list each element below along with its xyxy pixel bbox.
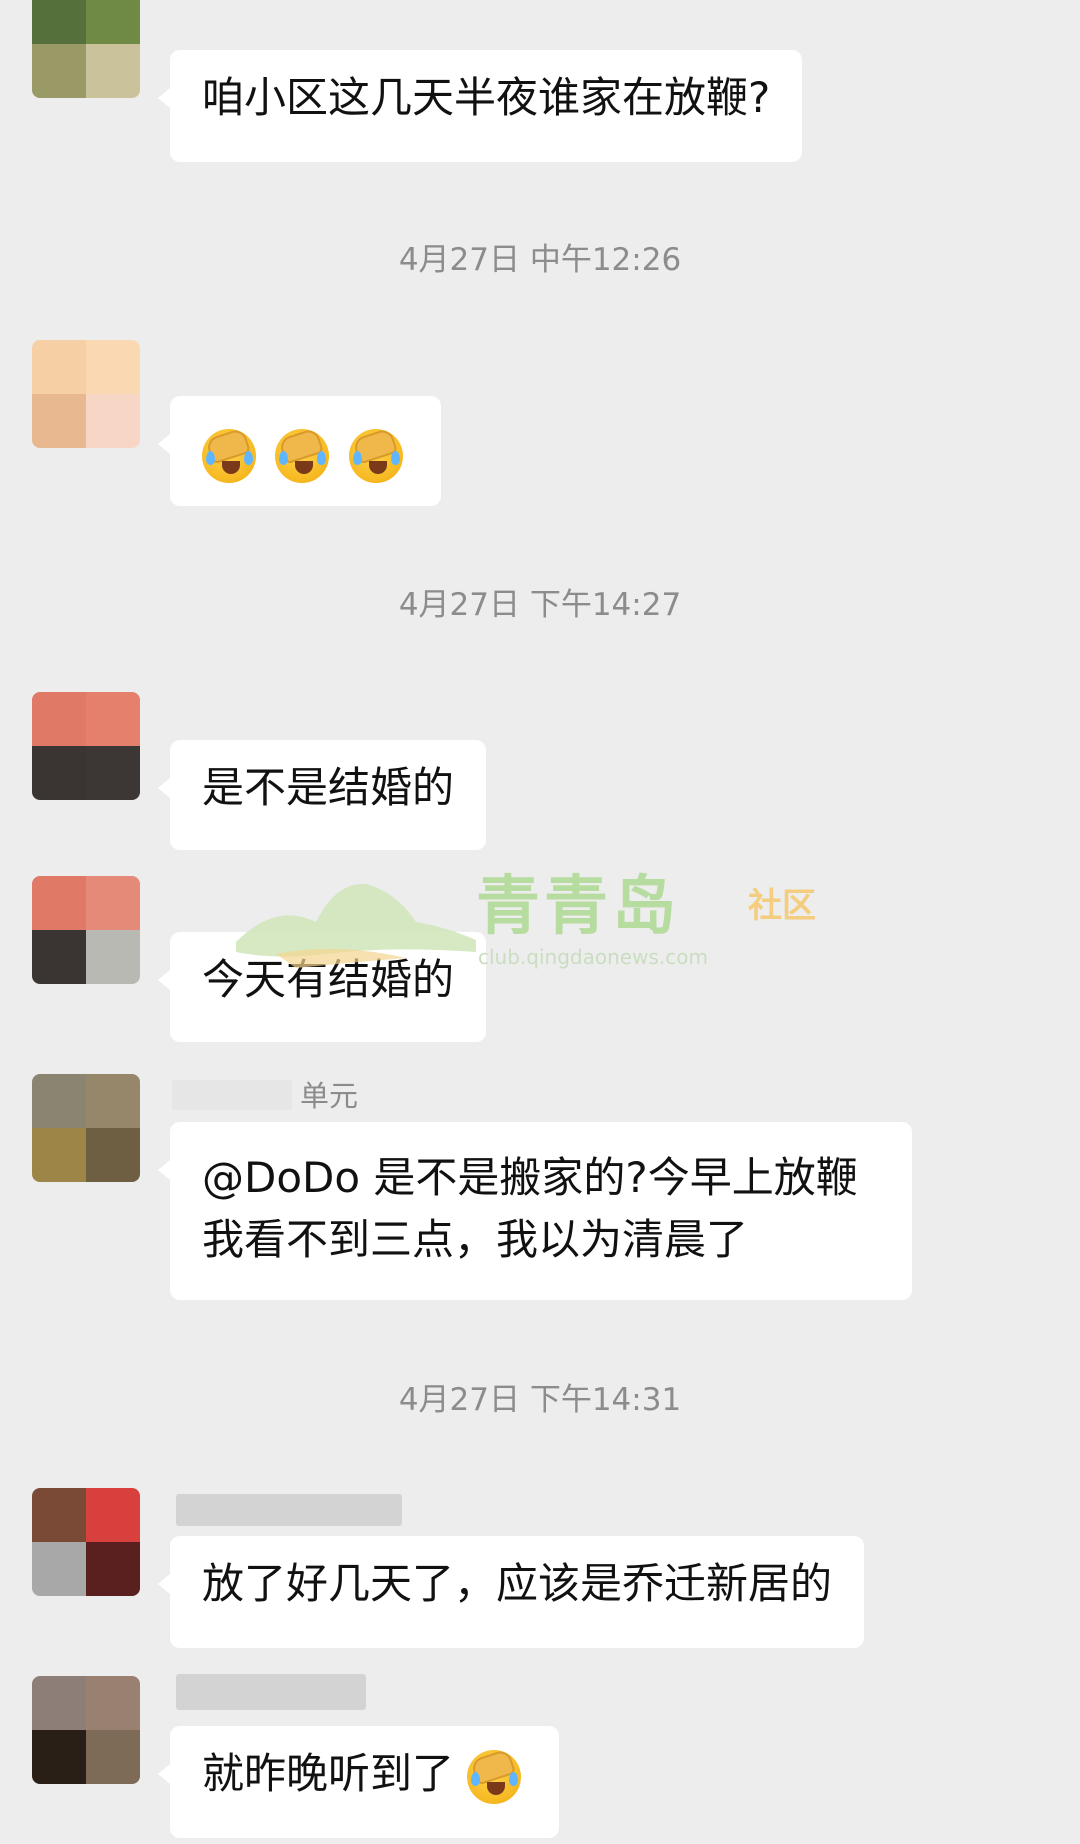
watermark-mountain-logo	[236, 883, 476, 968]
watermark-url: club.qingdaonews.com	[478, 945, 708, 969]
message-bubble[interactable]: 咱小区这几天半夜谁家在放鞭?	[157, 50, 803, 162]
sender-name: 单元	[300, 1079, 359, 1113]
message-text: 就昨晚听到了	[202, 1749, 455, 1798]
timestamp: 4月27日 中午12:26	[398, 242, 682, 278]
message-bubble[interactable]: 放了好几天了，应该是乔迁新居的	[157, 1536, 865, 1648]
message-bubble[interactable]	[158, 396, 441, 506]
watermark-subtitle: 社区	[748, 886, 816, 926]
message-text: 放了好几天了，应该是乔迁新居的	[202, 1559, 833, 1608]
timestamp: 4月27日 下午14:31	[398, 1382, 682, 1418]
message-text: 咱小区这几天半夜谁家在放鞭?	[202, 73, 771, 122]
avatar[interactable]	[32, 340, 140, 448]
message-bubble[interactable]: 是不是结婚的	[157, 740, 487, 850]
crying-emoji-icon	[275, 428, 330, 483]
message-text: 是不是结婚的	[202, 763, 455, 812]
crying-emoji-icon	[202, 428, 256, 483]
message-bubble[interactable]: @DoDo 是不是搬家的?今早上放鞭我看不到三点，我以为清晨了	[158, 1122, 912, 1300]
avatar[interactable]	[32, 692, 140, 800]
sender-name-redacted	[172, 1080, 292, 1110]
avatar[interactable]	[32, 1074, 140, 1182]
avatar[interactable]	[32, 1676, 140, 1784]
message-text: @DoDo 是不是搬家的?今早上放鞭我看不到三点，我以为清晨了	[202, 1153, 858, 1264]
message-bubble[interactable]: 就昨晚听到了	[157, 1726, 560, 1838]
timestamp: 4月27日 下午14:27	[398, 587, 682, 623]
avatar[interactable]	[32, 876, 140, 984]
avatar[interactable]	[32, 1488, 140, 1596]
avatar[interactable]	[32, 0, 140, 98]
crying-emoji-icon	[467, 1749, 522, 1804]
watermark-title: 青青岛	[476, 870, 680, 944]
sender-name-redacted	[176, 1494, 402, 1526]
crying-emoji-icon	[348, 428, 403, 483]
sender-name-redacted	[176, 1674, 366, 1710]
